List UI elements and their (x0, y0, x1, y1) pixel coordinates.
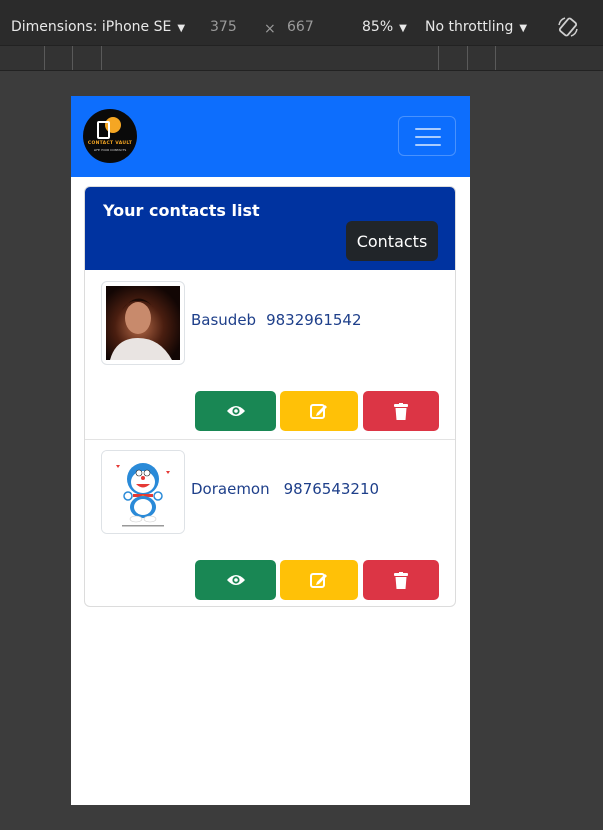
times-sign: × (264, 21, 276, 37)
contact-avatar (101, 450, 185, 534)
contact-avatar (101, 281, 185, 365)
navbar-toggler[interactable] (398, 116, 456, 156)
hamburger-icon (415, 128, 441, 130)
logo-subtext: LIFE YOUR CONTACTS (93, 148, 127, 152)
rotate-icon[interactable] (557, 16, 579, 38)
delete-button[interactable] (363, 391, 439, 431)
navbar: CONTACT VAULT LIFE YOUR CONTACTS (71, 96, 470, 177)
width-input[interactable]: 375 (210, 19, 237, 35)
edit-button[interactable] (280, 560, 358, 600)
chevron-down-icon: ▼ (177, 23, 186, 34)
view-button[interactable] (195, 391, 276, 431)
card-title: Your contacts list (103, 201, 260, 220)
trash-icon (394, 571, 408, 589)
delete-button[interactable] (363, 560, 439, 600)
eye-icon (226, 406, 245, 416)
zoom-dropdown[interactable]: 85% ▼ (362, 19, 407, 35)
view-button[interactable] (195, 560, 276, 600)
contact-row: Doraemon 9876543210 (85, 439, 455, 606)
media-query-ruler (0, 45, 603, 71)
chevron-down-icon: ▼ (519, 23, 528, 34)
contact-phone: 9832961542 (266, 311, 362, 329)
contacts-button[interactable]: Contacts (346, 221, 438, 261)
edit-button[interactable] (280, 391, 358, 431)
logo-text: CONTACT VAULT (87, 141, 133, 146)
contact-info[interactable]: Doraemon 9876543210 (191, 480, 379, 498)
contacts-card: Your contacts list Contacts Basudeb 9832… (84, 186, 456, 607)
chevron-down-icon: ▼ (399, 23, 407, 34)
eye-icon (226, 575, 245, 585)
zoom-label: 85% (362, 19, 394, 35)
phone-icon (97, 121, 110, 139)
contact-info[interactable]: Basudeb 9832961542 (191, 311, 362, 329)
card-header: Your contacts list Contacts (85, 187, 455, 270)
height-input[interactable]: 667 (287, 19, 314, 35)
edit-icon (310, 404, 327, 419)
trash-icon (394, 402, 408, 420)
contact-vault-logo[interactable]: CONTACT VAULT LIFE YOUR CONTACTS (83, 109, 137, 163)
edit-icon (310, 573, 327, 588)
contact-name: Doraemon (191, 480, 270, 498)
throttling-label: No throttling (425, 19, 514, 35)
dimensions-dropdown[interactable]: Dimensions: iPhone SE ▼ (11, 19, 185, 35)
contact-name: Basudeb (191, 311, 257, 329)
doraemon-image (102, 451, 184, 533)
device-viewport: CONTACT VAULT LIFE YOUR CONTACTS Your co… (71, 96, 470, 805)
person-photo (106, 286, 180, 360)
dimensions-label: Dimensions: iPhone SE (11, 19, 172, 35)
throttling-dropdown[interactable]: No throttling ▼ (425, 19, 527, 35)
contact-row: Basudeb 9832961542 (85, 271, 455, 439)
contact-phone: 9876543210 (283, 480, 380, 498)
